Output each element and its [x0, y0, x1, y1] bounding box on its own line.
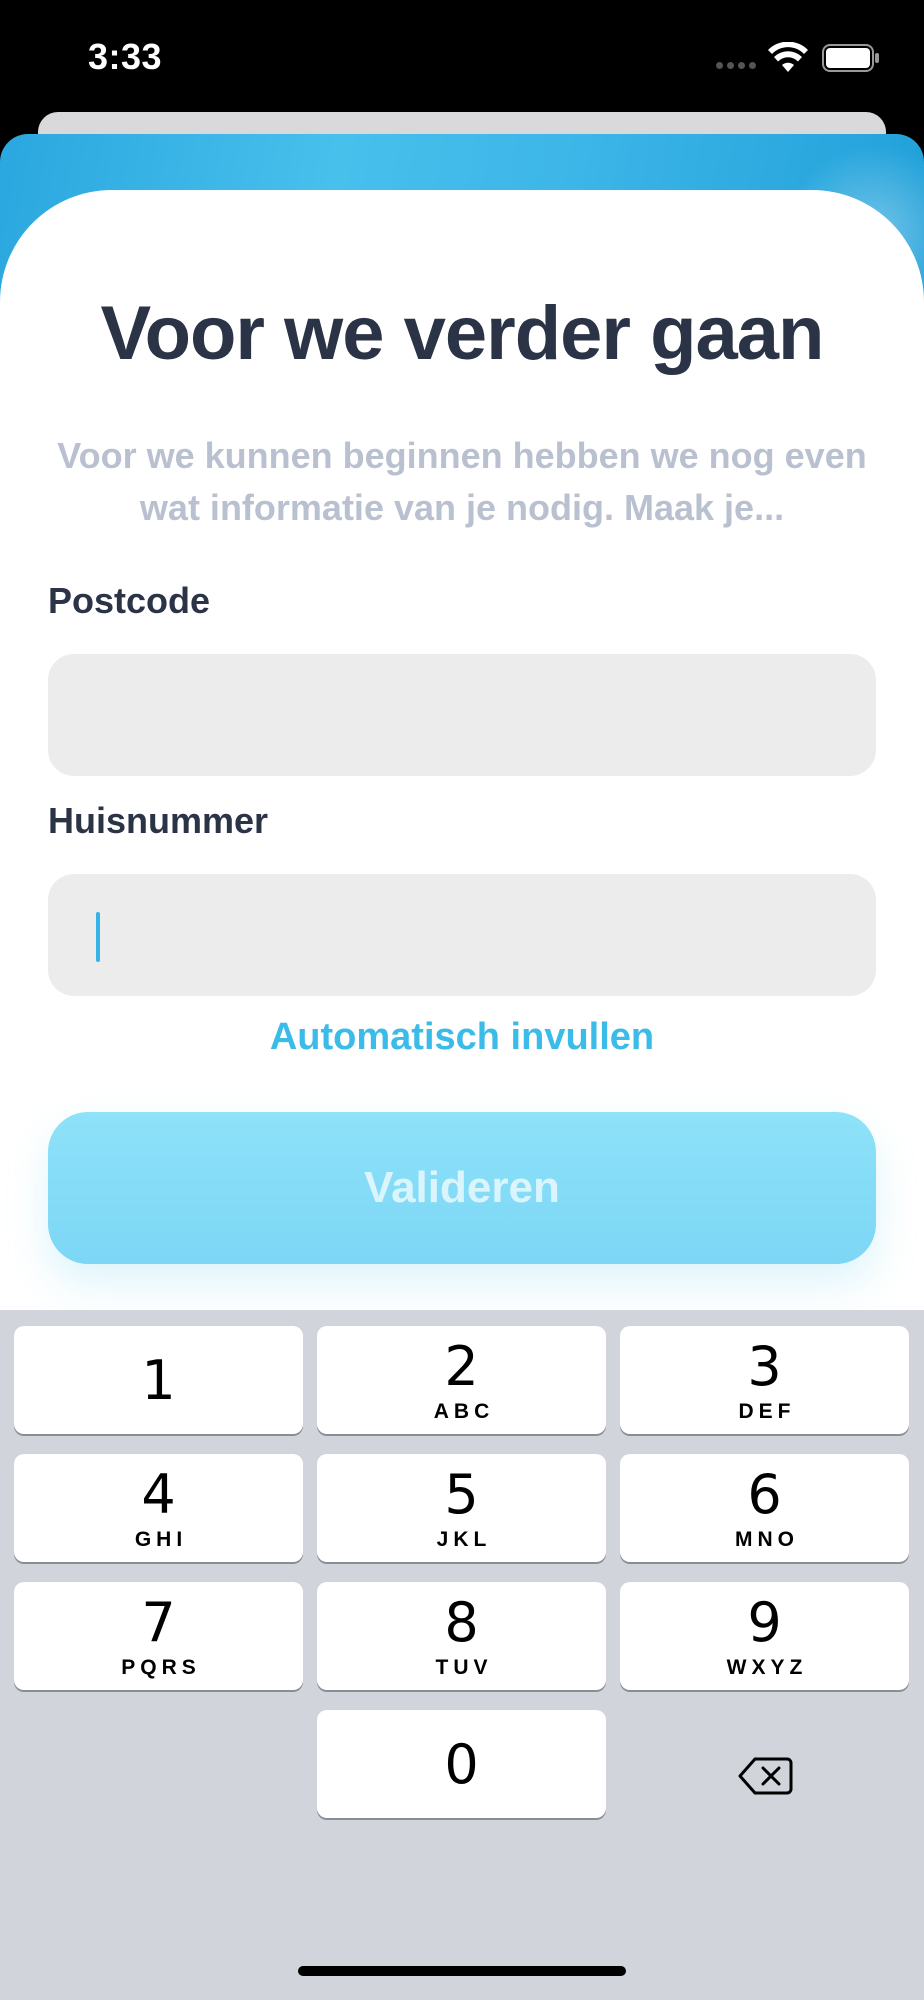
key-letters: MNO [735, 1528, 799, 1551]
key-number: 8 [444, 1591, 479, 1654]
wifi-icon [768, 42, 808, 72]
key-8[interactable]: 8 TUV [317, 1582, 606, 1690]
huisnummer-label: Huisnummer [48, 800, 269, 841]
key-letters: JKL [436, 1528, 492, 1551]
key-letters: PQRS [121, 1656, 201, 1679]
backspace-icon [738, 1757, 792, 1795]
huisnummer-input[interactable] [48, 874, 876, 996]
numeric-keyboard: 1 2 ABC 3 DEF 4 GHI 5 JKL 6 MNO 7 PQRS 8… [0, 1310, 924, 2000]
key-number: 6 [747, 1463, 782, 1526]
key-number: 9 [747, 1591, 782, 1654]
key-2[interactable]: 2 ABC [317, 1326, 606, 1434]
key-1[interactable]: 1 [14, 1326, 303, 1434]
key-letters: TUV [435, 1656, 493, 1679]
status-time: 3:33 [88, 36, 163, 77]
key-9[interactable]: 9 WXYZ [620, 1582, 909, 1690]
form-card: Voor we verder gaan Voor we kunnen begin… [0, 190, 924, 1310]
key-number: 0 [444, 1733, 479, 1796]
key-6[interactable]: 6 MNO [620, 1454, 909, 1562]
delete-key[interactable] [620, 1722, 909, 1830]
status-bar: 3:33 [0, 0, 924, 112]
key-number: 4 [141, 1463, 176, 1526]
key-0[interactable]: 0 [317, 1710, 606, 1818]
postcode-input[interactable] [48, 654, 876, 776]
key-number: 2 [444, 1335, 479, 1398]
text-caret [96, 912, 100, 962]
key-4[interactable]: 4 GHI [14, 1454, 303, 1562]
key-5[interactable]: 5 JKL [317, 1454, 606, 1562]
autofill-link[interactable]: Automatisch invullen [0, 1016, 924, 1059]
screen: 3:33 Voor we verder gaan Voor we kunnen … [0, 0, 924, 2000]
key-letters: ABC [433, 1400, 495, 1423]
key-7[interactable]: 7 PQRS [14, 1582, 303, 1690]
page-title: Voor we verder gaan [100, 291, 825, 376]
key-letters: DEF [738, 1400, 796, 1423]
key-3[interactable]: 3 DEF [620, 1326, 909, 1434]
key-number: 3 [747, 1335, 782, 1398]
cellular-dots-icon [716, 62, 756, 69]
key-number: 5 [444, 1463, 479, 1526]
key-number: 7 [141, 1591, 176, 1654]
key-letters: GHI [134, 1528, 188, 1551]
battery-icon [822, 44, 879, 72]
key-letters: WXYZ [726, 1656, 808, 1679]
key-number: 1 [141, 1349, 176, 1412]
validate-button[interactable]: Valideren [48, 1112, 876, 1264]
home-indicator[interactable] [298, 1966, 626, 1976]
postcode-label: Postcode [48, 580, 211, 621]
page-subtitle: Voor we kunnen beginnen hebben we nog ev… [57, 435, 867, 528]
